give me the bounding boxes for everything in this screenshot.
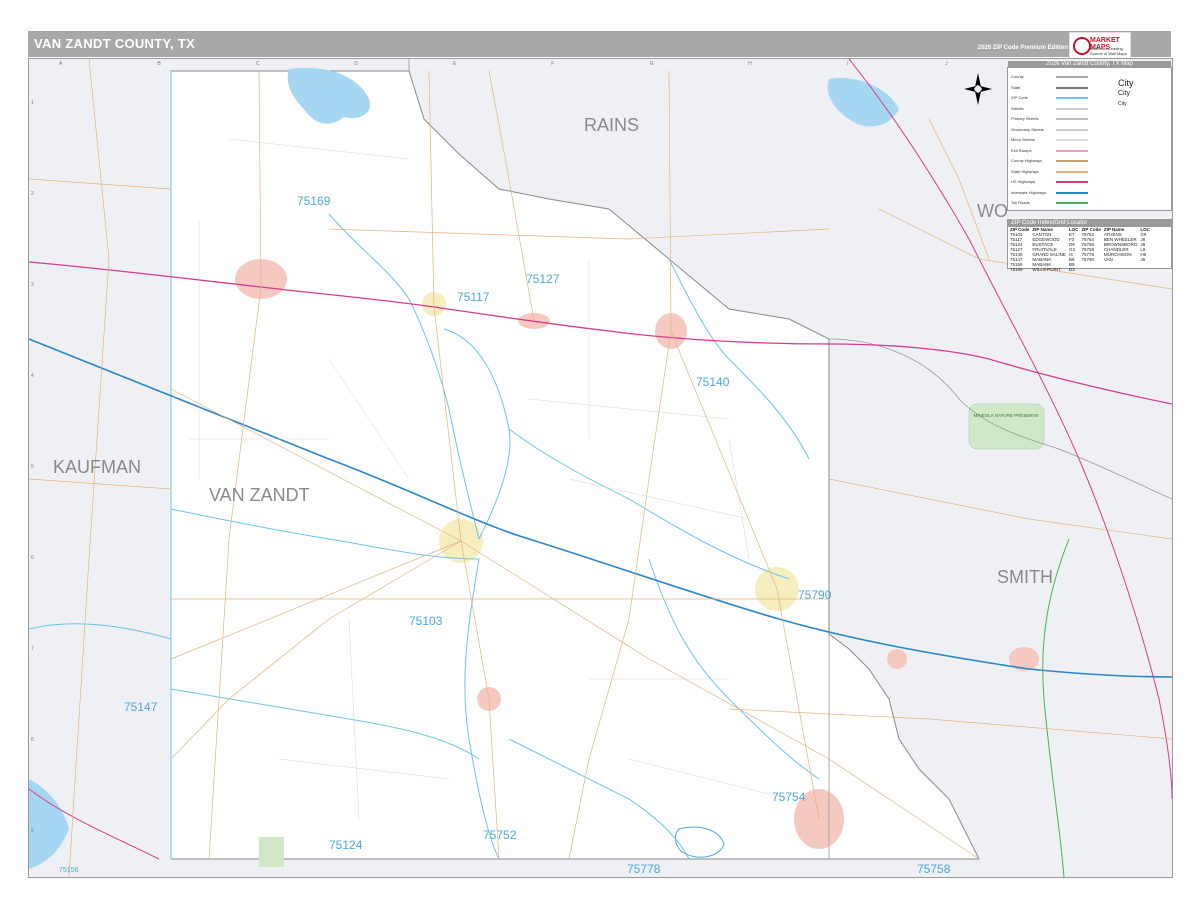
grid-column-label: I	[847, 61, 848, 67]
zip-index-cell: WILLS POINT	[1032, 267, 1061, 272]
legend-row-label: Minor Streets	[1011, 137, 1035, 142]
zip-label-75752: 75752	[483, 828, 517, 842]
grid-column-label: D	[354, 61, 358, 67]
county-label-wood: WO	[977, 201, 1008, 221]
zip-label-75169: 75169	[297, 194, 331, 208]
legend-line-swatch	[1056, 97, 1088, 99]
grid-row-label: 5	[31, 464, 34, 470]
legend-line-swatch	[1056, 170, 1088, 173]
county-label-smith: SMITH	[997, 567, 1053, 587]
zip-label-75124: 75124	[329, 838, 363, 852]
zip-index-cell	[1140, 267, 1153, 272]
legend-line-swatch	[1056, 86, 1088, 89]
legend-row-label: Secondary Streets	[1011, 126, 1044, 132]
legend-line-swatch	[1056, 76, 1088, 78]
legend-row-label: County Highways	[1011, 158, 1043, 163]
legend-line-swatch	[1056, 160, 1088, 162]
zip-label-75147: 75147	[124, 700, 158, 714]
zip-code-index: ZIP Code Index/Grid Locator ZIP Code ZIP …	[1007, 219, 1172, 272]
zip-index-cell: 75169	[1010, 267, 1023, 272]
zip-index-cell	[1104, 267, 1141, 272]
map-header: VAN ZANDT COUNTY, TX 2026 ZIP Code Premi…	[28, 31, 1171, 59]
compass-rose-icon	[964, 73, 992, 105]
map-legend: 2026 Van Zandt County, TX Map County Stat…	[1007, 61, 1172, 211]
legend-row-label: Primary Streets	[1011, 116, 1039, 121]
county-label-rains: RAINS	[584, 115, 639, 135]
grid-column-label: H	[748, 61, 752, 67]
grid-row-label: 1	[31, 100, 34, 106]
grid-column-label: G	[650, 61, 654, 67]
zip-label-75140: 75140	[696, 375, 730, 389]
zip-index-table: ZIP Code ZIP Name LOC ZIP Code ZIP Name LOC 75…	[1010, 227, 1153, 272]
legend-row-label: US Highways	[1011, 179, 1036, 184]
legend-city-large: City	[1118, 78, 1134, 88]
legend-row-label: Exit Ramps	[1011, 147, 1032, 153]
grid-column-label: C	[256, 61, 260, 67]
legend-line-swatch	[1056, 107, 1088, 110]
grid-row-label: 4	[31, 373, 34, 379]
zip-label-75127: 75127	[526, 272, 560, 286]
legend-line-swatch	[1056, 181, 1088, 183]
legend-row-label: State	[1011, 84, 1021, 90]
legend-city-medium: City	[1118, 90, 1131, 97]
map-canvas[interactable]: ABCDEFGHIJKL 123456789 RAINS KAUFMAN SMI…	[28, 58, 1173, 878]
grid-row-label: 6	[31, 555, 34, 561]
grid-row-label: 2	[31, 191, 34, 197]
legend-line-swatch	[1056, 118, 1088, 120]
zip-label-75790: 75790	[798, 588, 832, 602]
market-maps-logo: MARKET MAPS America's Leading Source of …	[1069, 32, 1131, 59]
legend-line-swatch	[1056, 139, 1088, 141]
legend-line-swatch	[1056, 202, 1088, 204]
zip-label-75117: 75117	[457, 290, 490, 304]
grid-row-label: 8	[31, 737, 34, 743]
county-label-van-zandt: VAN ZANDT	[209, 485, 310, 505]
legend-title: 2026 Van Zandt County, TX Map	[1008, 61, 1171, 68]
grid-row-label: 3	[31, 282, 34, 288]
zip-index-cell: D3	[1068, 267, 1075, 272]
logo-subtitle: America's Leading Source of Wall Maps	[1090, 46, 1127, 56]
mineola-nature-preserve	[968, 403, 1045, 450]
legend-row-label: Streets	[1011, 105, 1024, 111]
park-label: MINEOLA NATURE PRESERVE	[973, 413, 1038, 418]
legend-line-swatch	[1056, 191, 1088, 194]
legend-row-label: Interstate Highways	[1011, 189, 1047, 195]
logo-globe-icon	[1073, 37, 1091, 55]
legend-row-label: County	[1011, 74, 1024, 79]
grid-row-label: 9	[31, 828, 34, 834]
zip-label-75754: 75754	[772, 790, 806, 804]
zip-index-row: 75169 WILLS POINT D3	[1010, 267, 1153, 272]
page-title: VAN ZANDT COUNTY, TX	[34, 36, 196, 51]
legend-city-small: City	[1118, 101, 1127, 107]
county-label-kaufman: KAUFMAN	[53, 457, 141, 477]
mineola-urban	[887, 649, 907, 669]
legend-line-swatch	[1056, 128, 1088, 131]
legend-row-label: State Highways	[1011, 168, 1039, 174]
zip-label-75156: 75156	[59, 867, 79, 874]
zip-label-75103: 75103	[409, 614, 443, 628]
grid-column-label: F	[551, 61, 554, 67]
zip-index-title: ZIP Code Index/Grid Locator	[1008, 220, 1171, 227]
purtis-creek-park	[259, 837, 284, 867]
legend-line-swatch	[1056, 149, 1088, 152]
edition-label: 2026 ZIP Code Premium Edition	[977, 45, 1068, 51]
zip-index-cell	[1081, 267, 1103, 272]
map-svg: ABCDEFGHIJKL 123456789 RAINS KAUFMAN SMI…	[29, 59, 1172, 877]
zip-label-75778: 75778	[627, 862, 661, 876]
legend-row-label: Toll Roads	[1011, 200, 1030, 205]
grid-row-label: 7	[31, 646, 34, 652]
legend-row-label: ZIP Code	[1011, 95, 1028, 100]
zip-label-75758: 75758	[917, 862, 951, 876]
